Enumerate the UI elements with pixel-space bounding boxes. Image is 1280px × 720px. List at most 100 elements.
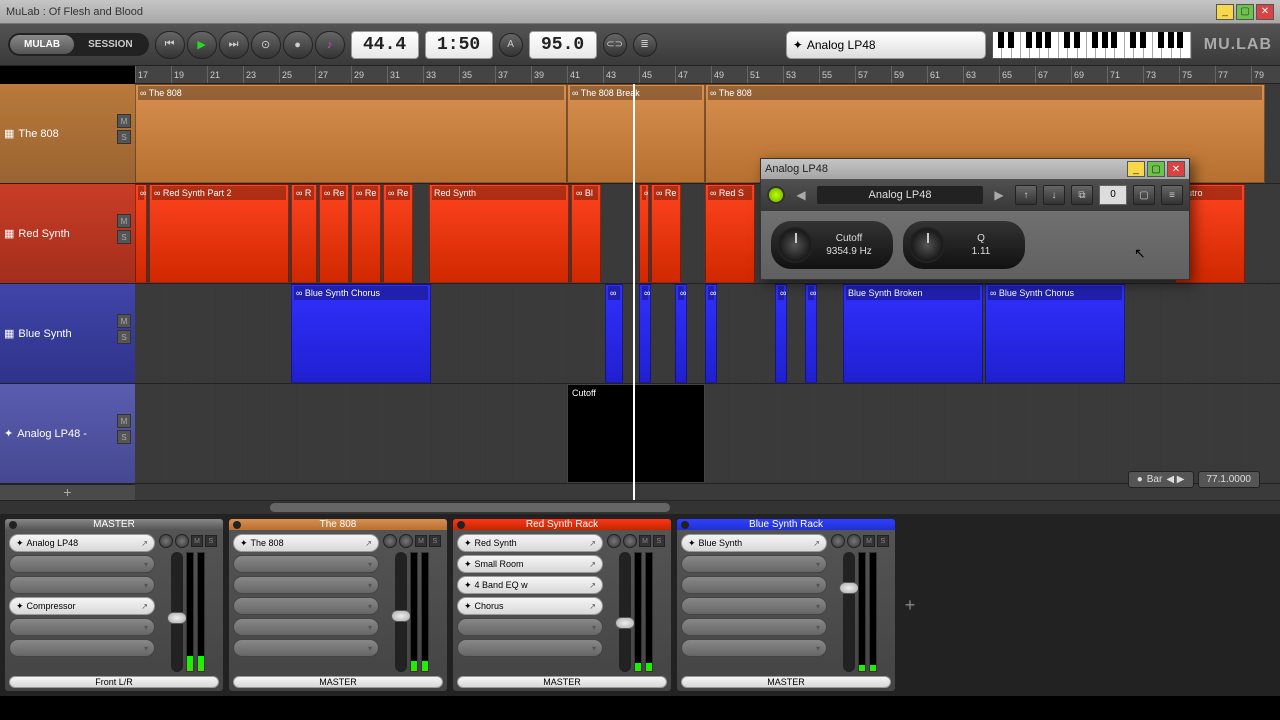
insert-slot-empty[interactable]: ▾	[233, 597, 379, 615]
clip[interactable]: ∞ Red S	[705, 184, 755, 283]
solo-button[interactable]: S	[653, 535, 665, 547]
tempo-display[interactable]: 95.0	[529, 31, 597, 59]
gain-knob[interactable]	[623, 534, 637, 548]
gain-knob[interactable]	[399, 534, 413, 548]
gain-knob[interactable]	[175, 534, 189, 548]
insert-slot[interactable]: ✦Small Room↗	[457, 555, 603, 573]
pan-knob[interactable]	[383, 534, 397, 548]
plugin-minimize-icon[interactable]: _	[1127, 161, 1145, 177]
q-knob[interactable]	[909, 227, 945, 263]
clip[interactable]: ∞	[605, 284, 623, 383]
clip[interactable]: ∞	[639, 284, 651, 383]
mute-button[interactable]: M	[117, 214, 131, 228]
insert-slot[interactable]: ✦The 808↗	[233, 534, 379, 552]
insert-slot-empty[interactable]: ▾	[681, 618, 827, 636]
solo-button[interactable]: S	[117, 330, 131, 344]
q-control[interactable]: Q 1.11	[903, 221, 1025, 269]
channel-output[interactable]: MASTER	[457, 676, 667, 688]
horizontal-scrollbar[interactable]	[0, 500, 1280, 514]
channel-header[interactable]: Red Synth Rack	[453, 519, 671, 530]
insert-slot[interactable]: ✦Blue Synth↗	[681, 534, 827, 552]
metronome-button[interactable]: ♪	[315, 31, 345, 59]
clip[interactable]: ∞ Re	[351, 184, 381, 283]
volume-fader[interactable]	[395, 552, 407, 672]
insert-slot-empty[interactable]: ▾	[681, 639, 827, 657]
mute-button[interactable]: M	[415, 535, 427, 547]
insert-slot-empty[interactable]: ▾	[233, 639, 379, 657]
timeline-ruler[interactable]: 1719212325272931333537394143454749515355…	[135, 66, 1280, 84]
clip[interactable]: Red Synth	[429, 184, 569, 283]
volume-fader[interactable]	[843, 552, 855, 672]
clip[interactable]: ∞ Re	[383, 184, 413, 283]
pan-knob[interactable]	[159, 534, 173, 548]
pan-knob[interactable]	[831, 534, 845, 548]
time-signature-display[interactable]: 44.4	[351, 31, 419, 59]
preset-selector[interactable]: ✦ Analog LP48	[786, 31, 986, 59]
insert-slot-empty[interactable]: ▾	[681, 555, 827, 573]
channel-header[interactable]: Blue Synth Rack	[677, 519, 895, 530]
clip[interactable]: Cutoff	[567, 384, 705, 483]
insert-slot[interactable]: ✦Red Synth↗	[457, 534, 603, 552]
forward-button[interactable]: ⏭	[219, 31, 249, 59]
clip[interactable]: Blue Synth Broken	[843, 284, 983, 383]
insert-slot[interactable]: ✦Chorus↗	[457, 597, 603, 615]
cutoff-control[interactable]: Cutoff 9354.9 Hz	[771, 221, 893, 269]
mute-button[interactable]: M	[117, 314, 131, 328]
insert-slot[interactable]: ✦4 Band EQ w↗	[457, 576, 603, 594]
maximize-icon[interactable]: ▢	[1236, 4, 1254, 20]
track-header-808[interactable]: ▦ The 808 MS	[0, 84, 135, 184]
cutoff-knob[interactable]	[777, 227, 813, 263]
play-button[interactable]: ▶	[187, 31, 217, 59]
piano-keyboard[interactable]	[992, 31, 1192, 59]
plugin-preset-name[interactable]: Analog LP48	[817, 186, 983, 204]
power-led-icon[interactable]	[767, 186, 785, 204]
clip[interactable]: ∞	[675, 284, 687, 383]
mode-session-button[interactable]: SESSION	[74, 35, 146, 54]
position-readout[interactable]: 77.1.0000	[1198, 471, 1261, 488]
add-channel-button[interactable]: +	[900, 518, 920, 692]
insert-slot-empty[interactable]: ▾	[233, 576, 379, 594]
insert-slot-empty[interactable]: ▾	[457, 639, 603, 657]
grid-button[interactable]: ≣	[633, 33, 657, 57]
mute-button[interactable]: M	[863, 535, 875, 547]
insert-slot-empty[interactable]: ▾	[233, 618, 379, 636]
mute-button[interactable]: M	[117, 114, 131, 128]
playhead[interactable]	[633, 84, 635, 500]
channel-header[interactable]: MASTER	[5, 519, 223, 530]
insert-slot[interactable]: ✦Analog LP48↗	[9, 534, 155, 552]
plugin-window[interactable]: Analog LP48 _ ▢ ✕ ◀ Analog LP48 ▶ ↑ ↓ ⧉ …	[760, 158, 1190, 280]
track-header-red[interactable]: ▦ Red Synth MS	[0, 184, 135, 284]
close-icon[interactable]: ✕	[1256, 4, 1274, 20]
solo-button[interactable]: S	[117, 230, 131, 244]
mute-button[interactable]: M	[191, 535, 203, 547]
solo-button[interactable]: S	[429, 535, 441, 547]
clip[interactable]: ∞	[135, 184, 147, 283]
insert-slot-empty[interactable]: ▾	[233, 555, 379, 573]
solo-button[interactable]: S	[205, 535, 217, 547]
insert-slot[interactable]: ✦Compressor↗	[9, 597, 155, 615]
track-content[interactable]: ∞ The 808∞ The 808 Break∞ The 808 ∞∞ Red…	[135, 84, 1280, 500]
folder-button[interactable]: ⧉	[1071, 185, 1093, 205]
track-header-blue[interactable]: ▦ Blue Synth MS	[0, 284, 135, 384]
clip[interactable]: ∞ R	[291, 184, 317, 283]
mode-mulab-button[interactable]: MULAB	[10, 35, 74, 54]
clip[interactable]: ∞	[775, 284, 787, 383]
window-button[interactable]: ▢	[1133, 185, 1155, 205]
clip[interactable]: ∞	[639, 184, 649, 283]
clip[interactable]: ∞ The 808 Break	[567, 84, 705, 183]
add-track-button[interactable]: +	[0, 484, 135, 500]
pan-knob[interactable]	[607, 534, 621, 548]
plugin-titlebar[interactable]: Analog LP48 _ ▢ ✕	[761, 159, 1189, 179]
insert-slot-empty[interactable]: ▾	[9, 639, 155, 657]
auto-button[interactable]: A	[499, 33, 523, 57]
mute-button[interactable]: M	[117, 414, 131, 428]
clip[interactable]: ∞ Blue Synth Chorus	[291, 284, 431, 383]
program-number[interactable]: 0	[1099, 185, 1127, 205]
time-display[interactable]: 1:50	[425, 31, 493, 59]
channel-header[interactable]: The 808	[229, 519, 447, 530]
loop-button[interactable]: ⊙	[251, 31, 281, 59]
insert-slot-empty[interactable]: ▾	[9, 576, 155, 594]
insert-slot-empty[interactable]: ▾	[681, 597, 827, 615]
snap-selector[interactable]: ● Bar ◀ ▶	[1128, 471, 1194, 488]
next-preset-button[interactable]: ▶	[989, 185, 1009, 205]
